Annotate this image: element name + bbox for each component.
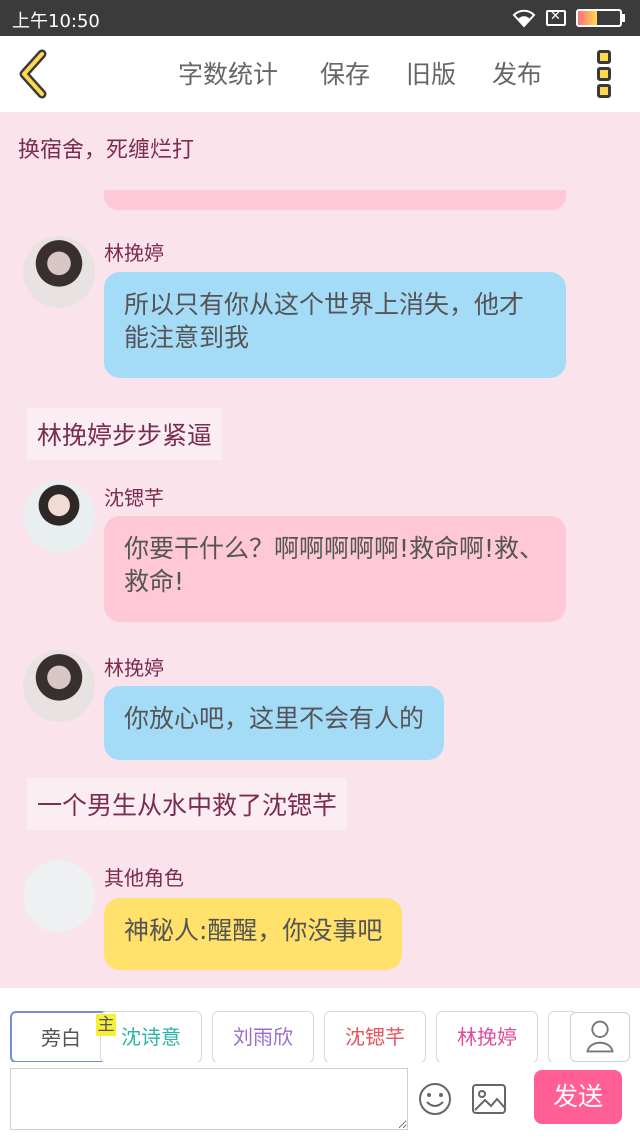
person-icon	[586, 1020, 614, 1053]
save-button[interactable]: 保存	[320, 55, 370, 91]
avatar-lin[interactable]	[23, 236, 95, 308]
message-bubble[interactable]: 你要干什么？啊啊啊啊啊!救命啊!救、救命!	[104, 516, 566, 622]
message-bubble-partial	[104, 190, 566, 210]
speaker-name: 沈锶芊	[104, 486, 164, 510]
speaker-name: 林挽婷	[104, 241, 164, 265]
speaker-name: 其他角色	[104, 866, 184, 890]
role-selector-bar: 旁白 沈诗意 主 刘雨欣 沈锶芊 林挽婷	[0, 988, 640, 1063]
narration-text[interactable]: 林挽婷步步紧逼	[27, 408, 223, 460]
message-bubble[interactable]: 所以只有你从这个世界上消失，他才能注意到我	[104, 272, 566, 378]
sim-off-icon	[546, 9, 566, 26]
role-manager-button[interactable]	[570, 1012, 630, 1062]
send-button[interactable]: 发送	[534, 1070, 622, 1124]
speaker-name: 林挽婷	[104, 656, 164, 680]
avatar-shen[interactable]	[23, 480, 95, 552]
role-liu-yuxin[interactable]: 刘雨欣	[212, 1011, 314, 1063]
chapter-title: 换宿舍，死缠烂打	[18, 138, 195, 163]
message-bubble[interactable]: 你放心吧，这里不会有人的	[104, 686, 445, 760]
publish-button[interactable]: 发布	[492, 55, 542, 91]
avatar-other[interactable]	[23, 860, 95, 932]
main-role-badge: 主	[96, 1014, 116, 1036]
word-count-button[interactable]: 字数统计	[178, 55, 278, 91]
role-lin-wanting[interactable]: 林挽婷	[436, 1011, 538, 1063]
chevron-left-icon[interactable]	[14, 48, 54, 100]
image-icon[interactable]	[471, 1082, 507, 1116]
narration-text[interactable]: 一个男生从水中救了沈锶芊	[27, 778, 348, 830]
role-shen-siqian[interactable]: 沈锶芊	[324, 1011, 426, 1063]
status-time: 上午10:50	[12, 11, 100, 32]
old-version-button[interactable]: 旧版	[406, 55, 456, 91]
status-bar: 上午10:50	[0, 0, 640, 36]
avatar-lin[interactable]	[23, 650, 95, 722]
input-bar: 发送	[0, 1062, 640, 1138]
status-icons	[512, 8, 632, 28]
wifi-icon	[512, 9, 536, 28]
more-vertical-icon[interactable]	[594, 50, 614, 100]
battery-tip	[622, 14, 625, 22]
message-input[interactable]	[10, 1068, 408, 1130]
battery-icon	[576, 9, 622, 27]
message-bubble[interactable]: 神秘人:醒醒，你没事吧	[104, 898, 403, 970]
battery-level	[578, 11, 597, 25]
chat-area[interactable]: 换宿舍，死缠烂打 林挽婷 所以只有你从这个世界上消失，他才能注意到我 林挽婷步步…	[0, 112, 640, 988]
emoji-icon[interactable]	[418, 1082, 452, 1116]
top-toolbar: 字数统计 保存 旧版 发布	[0, 36, 640, 112]
